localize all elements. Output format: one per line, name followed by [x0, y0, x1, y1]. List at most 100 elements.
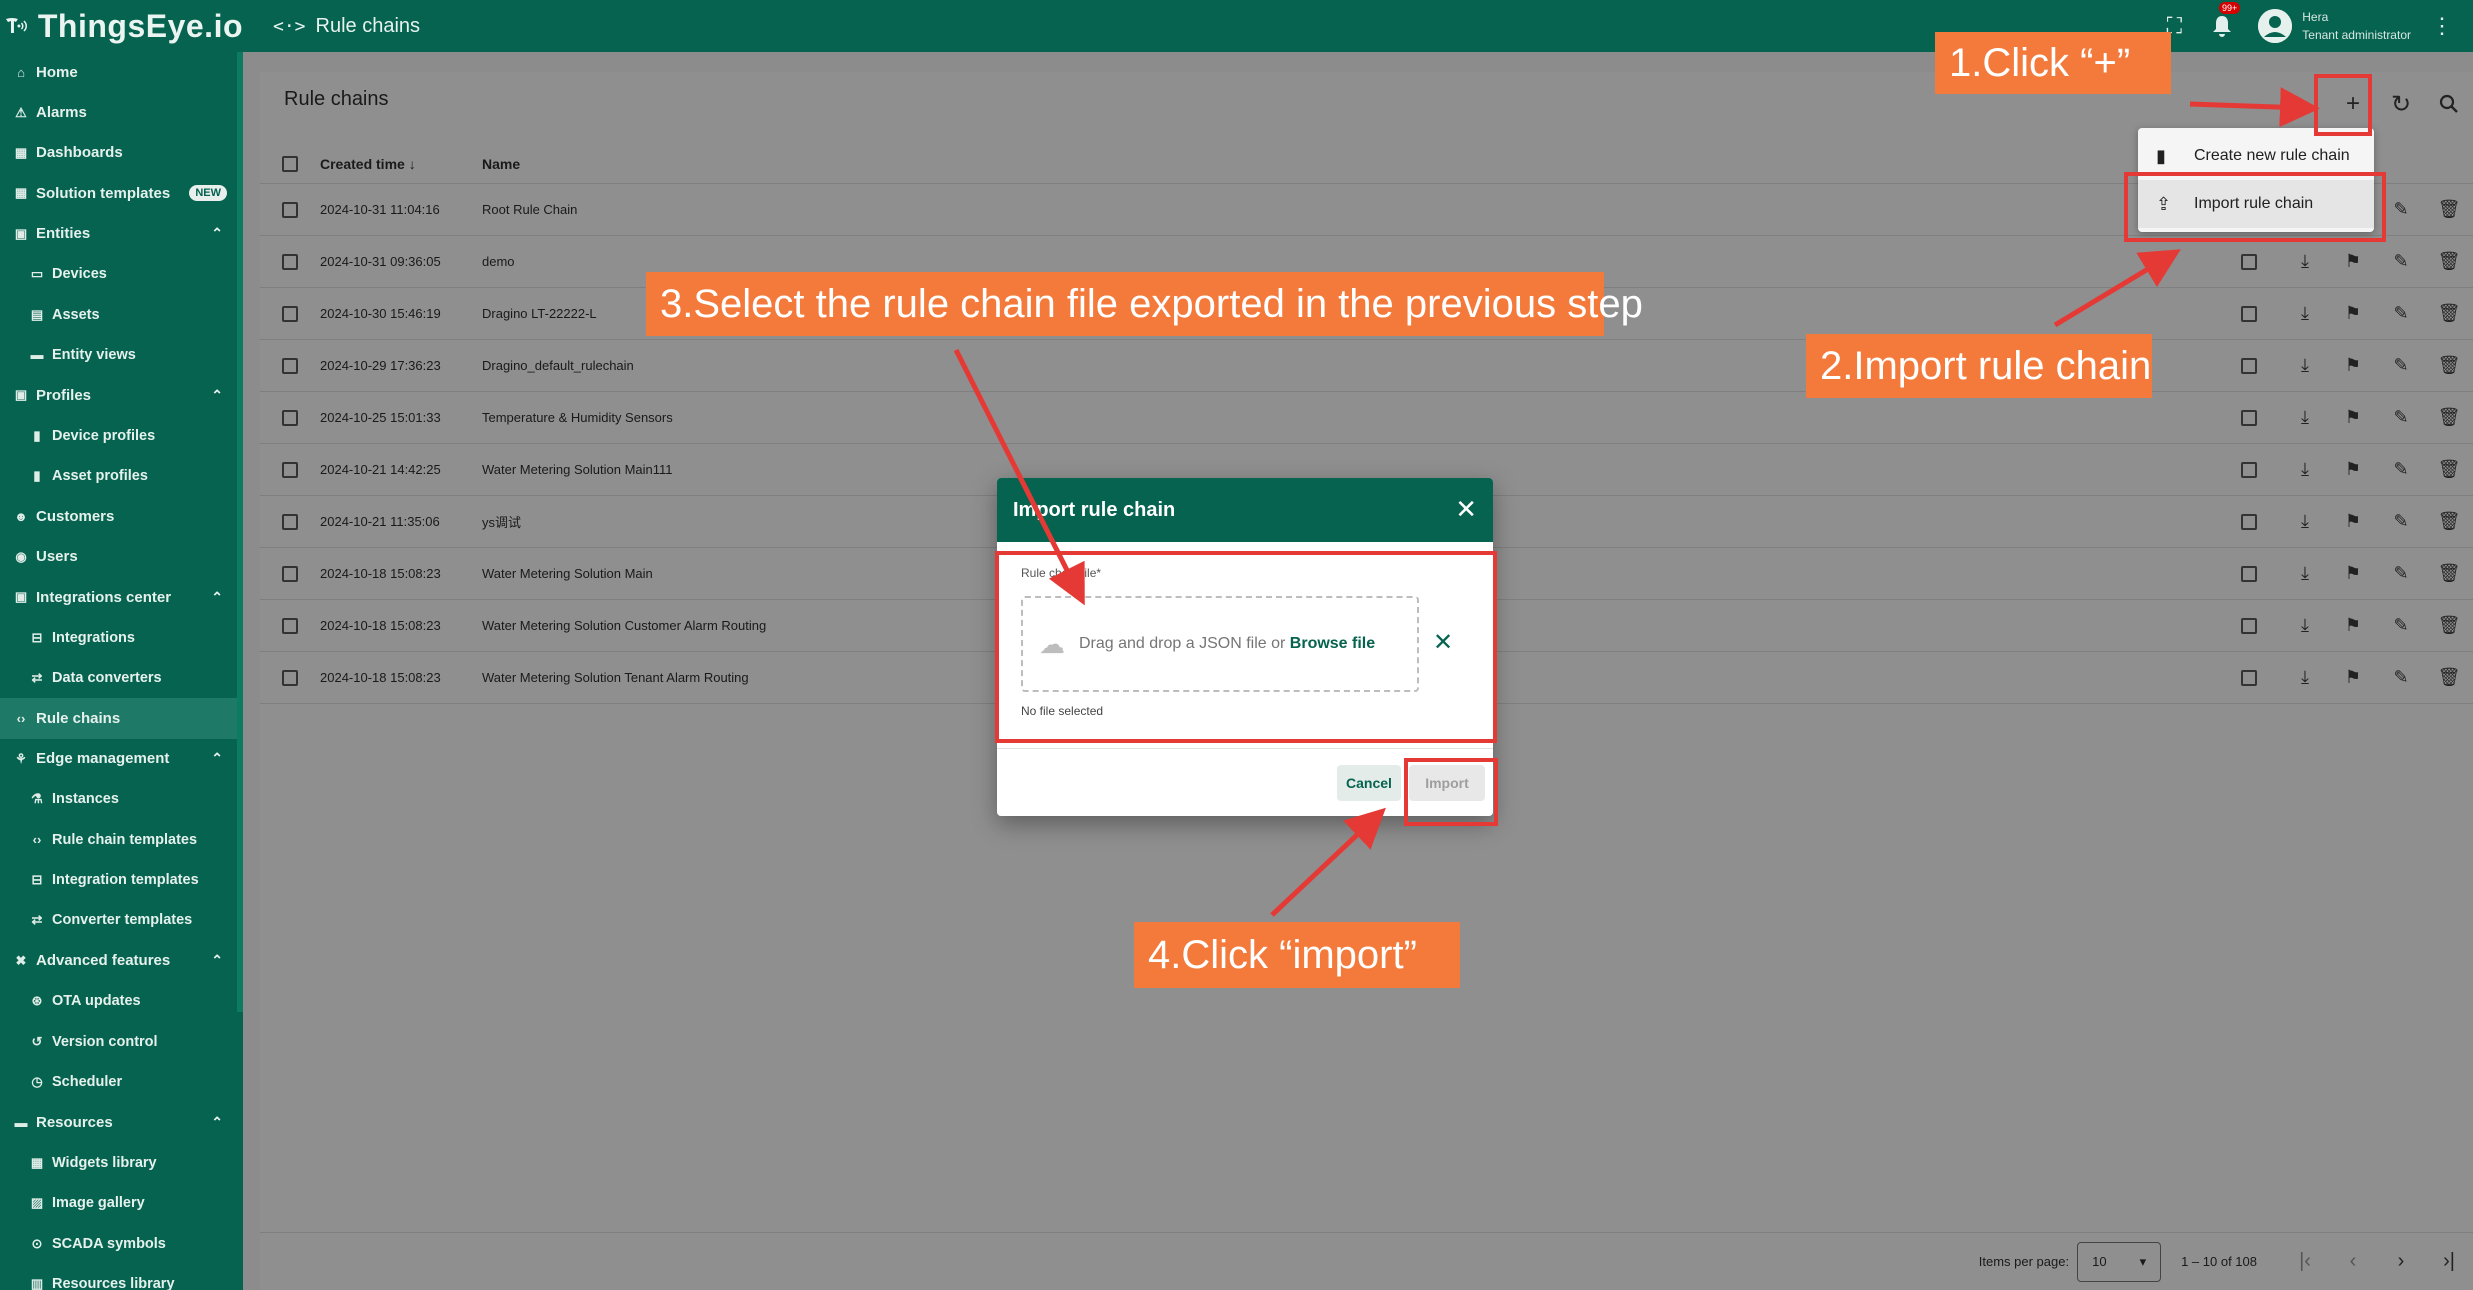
refresh-icon[interactable]: ↻: [2377, 80, 2425, 128]
root-checkbox[interactable]: [2241, 513, 2257, 530]
edit-icon[interactable]: ✎: [2377, 303, 2425, 324]
row-checkbox[interactable]: [282, 357, 298, 374]
edit-icon[interactable]: ✎: [2377, 407, 2425, 428]
export-icon[interactable]: ⤓: [2281, 615, 2329, 636]
chevron-up-icon[interactable]: ⌃: [211, 589, 223, 606]
row-checkbox[interactable]: [282, 305, 298, 322]
column-name[interactable]: Name: [482, 156, 2182, 172]
sidebar-item-asset-profiles[interactable]: ▮ Asset profiles: [0, 456, 243, 496]
sidebar-item-widgets-library[interactable]: ▦ Widgets library: [0, 1143, 243, 1183]
prev-page-icon[interactable]: ‹: [2329, 1250, 2377, 1273]
delete-icon[interactable]: 🗑: [2425, 251, 2473, 272]
delete-icon[interactable]: 🗑: [2425, 407, 2473, 428]
delete-icon[interactable]: 🗑: [2425, 199, 2473, 220]
row-checkbox[interactable]: [282, 617, 298, 634]
root-checkbox[interactable]: [2241, 253, 2257, 270]
row-checkbox[interactable]: [282, 409, 298, 426]
flag-icon[interactable]: ⚑: [2329, 355, 2377, 376]
sidebar-item-advanced-features[interactable]: ✖ Advanced features ⌃: [0, 941, 243, 981]
edit-icon[interactable]: ✎: [2377, 459, 2425, 480]
select-all-checkbox[interactable]: [282, 155, 298, 172]
chevron-up-icon[interactable]: ⌃: [211, 1114, 223, 1131]
delete-icon[interactable]: 🗑: [2425, 615, 2473, 636]
sidebar-item-profiles[interactable]: ▣ Profiles ⌃: [0, 375, 243, 415]
root-checkbox[interactable]: [2241, 461, 2257, 478]
sidebar-item-resources[interactable]: ▬ Resources ⌃: [0, 1102, 243, 1142]
sidebar-item-customers[interactable]: ☻ Customers: [0, 496, 243, 536]
flag-icon[interactable]: ⚑: [2329, 459, 2377, 480]
delete-icon[interactable]: 🗑: [2425, 303, 2473, 324]
flag-icon[interactable]: ⚑: [2329, 407, 2377, 428]
delete-icon[interactable]: 🗑: [2425, 511, 2473, 532]
chevron-up-icon[interactable]: ⌃: [211, 387, 223, 404]
chevron-up-icon[interactable]: ⌃: [211, 750, 223, 767]
sidebar-item-integration-templates[interactable]: ⊟ Integration templates: [0, 860, 243, 900]
root-checkbox[interactable]: [2241, 409, 2257, 426]
edit-icon[interactable]: ✎: [2377, 563, 2425, 584]
first-page-icon[interactable]: |‹: [2281, 1250, 2329, 1273]
next-page-icon[interactable]: ›: [2377, 1250, 2425, 1273]
edit-icon[interactable]: ✎: [2377, 615, 2425, 636]
flag-icon[interactable]: ⚑: [2329, 303, 2377, 324]
cancel-button[interactable]: Cancel: [1337, 764, 1401, 801]
export-icon[interactable]: ⤓: [2281, 667, 2329, 688]
delete-icon[interactable]: 🗑: [2425, 667, 2473, 688]
more-vert-icon[interactable]: ⋮: [2431, 13, 2453, 39]
export-icon[interactable]: ⤓: [2281, 303, 2329, 324]
sidebar-item-converter-templates[interactable]: ⇄ Converter templates: [0, 900, 243, 940]
sidebar-item-home[interactable]: ⌂ Home: [0, 52, 243, 92]
sidebar-item-rule-chain-templates[interactable]: ‹› Rule chain templates: [0, 819, 243, 859]
edit-icon[interactable]: ✎: [2377, 511, 2425, 532]
row-checkbox[interactable]: [282, 669, 298, 686]
export-icon[interactable]: ⤓: [2281, 459, 2329, 480]
sidebar-item-scheduler[interactable]: ◷ Scheduler: [0, 1062, 243, 1102]
sidebar-item-dashboards[interactable]: ▦ Dashboards: [0, 133, 243, 173]
logo[interactable]: ThingsEye.io: [0, 0, 243, 52]
sidebar-item-assets[interactable]: ▤ Assets: [0, 294, 243, 334]
sidebar-item-rule-chains[interactable]: ‹› Rule chains: [0, 698, 243, 739]
row-checkbox[interactable]: [282, 513, 298, 530]
sidebar-item-edge-management[interactable]: ⚘ Edge management ⌃: [0, 739, 243, 779]
search-icon[interactable]: [2425, 80, 2473, 128]
sidebar-item-data-converters[interactable]: ⇄ Data converters: [0, 658, 243, 698]
sidebar-item-scada-symbols[interactable]: ⊙ SCADA symbols: [0, 1223, 243, 1263]
export-icon[interactable]: ⤓: [2281, 355, 2329, 376]
root-checkbox[interactable]: [2241, 357, 2257, 374]
delete-icon[interactable]: 🗑: [2425, 563, 2473, 584]
sidebar-item-entity-views[interactable]: ▬ Entity views: [0, 335, 243, 375]
sidebar-item-resources-library[interactable]: ▥ Resources library: [0, 1264, 243, 1290]
sidebar-item-image-gallery[interactable]: ▨ Image gallery: [0, 1183, 243, 1223]
row-checkbox[interactable]: [282, 253, 298, 270]
last-page-icon[interactable]: ›|: [2425, 1250, 2473, 1273]
chevron-up-icon[interactable]: ⌃: [211, 952, 223, 969]
sidebar-item-solution-templates[interactable]: ▦ Solution templates NEW: [0, 173, 243, 213]
sidebar-item-alarms[interactable]: ⚠ Alarms: [0, 92, 243, 132]
flag-icon[interactable]: ⚑: [2329, 251, 2377, 272]
row-checkbox[interactable]: [282, 461, 298, 478]
user-menu[interactable]: Hera Tenant administrator ⋮: [2246, 8, 2473, 44]
sidebar-item-version-control[interactable]: ↺ Version control: [0, 1021, 243, 1061]
column-created-time[interactable]: Created time ↓: [320, 156, 482, 172]
sidebar-scrollbar[interactable]: [237, 52, 243, 1012]
notifications-icon[interactable]: 99+: [2198, 0, 2246, 52]
export-icon[interactable]: ⤓: [2281, 251, 2329, 272]
export-icon[interactable]: ⤓: [2281, 407, 2329, 428]
row-checkbox[interactable]: [282, 565, 298, 582]
table-row[interactable]: 2024-10-25 15:01:33 Temperature & Humidit…: [260, 392, 2473, 444]
edit-icon[interactable]: ✎: [2377, 667, 2425, 688]
sidebar-item-device-profiles[interactable]: ▮ Device profiles: [0, 416, 243, 456]
flag-icon[interactable]: ⚑: [2329, 615, 2377, 636]
edit-icon[interactable]: ✎: [2377, 355, 2425, 376]
delete-icon[interactable]: 🗑: [2425, 459, 2473, 480]
sidebar-item-ota-updates[interactable]: ⊛ OTA updates: [0, 981, 243, 1021]
flag-icon[interactable]: ⚑: [2329, 511, 2377, 532]
sidebar-item-integrations[interactable]: ⊟ Integrations: [0, 617, 243, 657]
export-icon[interactable]: ⤓: [2281, 511, 2329, 532]
sidebar-item-users[interactable]: ◉ Users: [0, 537, 243, 577]
sidebar-item-entities[interactable]: ▣ Entities ⌃: [0, 214, 243, 254]
root-checkbox[interactable]: [2241, 305, 2257, 322]
chevron-up-icon[interactable]: ⌃: [211, 225, 223, 242]
edit-icon[interactable]: ✎: [2377, 251, 2425, 272]
root-checkbox[interactable]: [2241, 565, 2257, 582]
root-checkbox[interactable]: [2241, 617, 2257, 634]
